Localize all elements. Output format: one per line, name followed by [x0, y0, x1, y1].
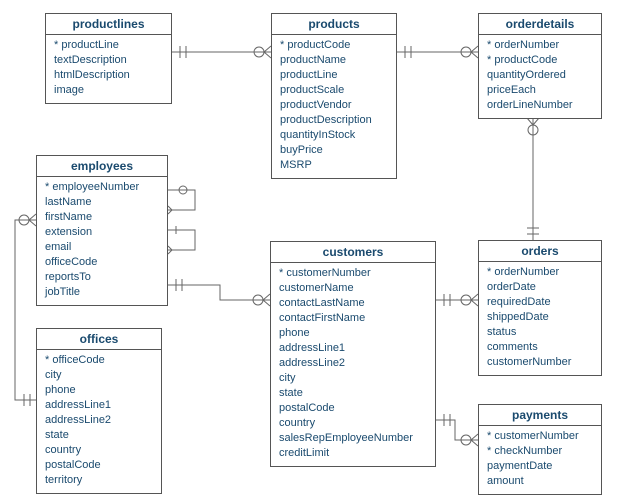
field-textDescription: textDescription — [54, 53, 163, 68]
er-diagram-canvas: productlines productLinetextDescriptionh… — [0, 0, 626, 500]
field-extension: extension — [45, 225, 159, 240]
field-productDescription: productDescription — [280, 113, 388, 128]
entity-fields: productCodeproductNameproductLineproduct… — [272, 35, 396, 178]
field-orderDate: orderDate — [487, 280, 593, 295]
entity-employees: employees employeeNumberlastNamefirstNam… — [36, 155, 168, 306]
field-addressLine1: addressLine1 — [279, 341, 427, 356]
entity-title: offices — [37, 329, 161, 350]
field-postalCode: postalCode — [279, 401, 427, 416]
entity-title: products — [272, 14, 396, 35]
field-productCode: productCode — [280, 38, 388, 53]
field-productLine: productLine — [280, 68, 388, 83]
field-htmlDescription: htmlDescription — [54, 68, 163, 83]
field-priceEach: priceEach — [487, 83, 593, 98]
field-country: country — [279, 416, 427, 431]
field-firstName: firstName — [45, 210, 159, 225]
entity-title: payments — [479, 405, 601, 426]
field-image: image — [54, 83, 163, 98]
entity-products: products productCodeproductNameproductLi… — [271, 13, 397, 179]
field-amount: amount — [487, 474, 593, 489]
field-productLine: productLine — [54, 38, 163, 53]
field-checkNumber: checkNumber — [487, 444, 593, 459]
entity-title: orderdetails — [479, 14, 601, 35]
entity-orders: orders orderNumberorderDaterequiredDates… — [478, 240, 602, 376]
field-customerName: customerName — [279, 281, 427, 296]
field-lastName: lastName — [45, 195, 159, 210]
field-postalCode: postalCode — [45, 458, 153, 473]
field-orderNumber: orderNumber — [487, 265, 593, 280]
entity-payments: payments customerNumbercheckNumberpaymen… — [478, 404, 602, 495]
field-officeCode: officeCode — [45, 353, 153, 368]
field-addressLine2: addressLine2 — [279, 356, 427, 371]
entity-title: customers — [271, 242, 435, 263]
field-territory: territory — [45, 473, 153, 488]
field-city: city — [279, 371, 427, 386]
entity-fields: orderNumberproductCodequantityOrderedpri… — [479, 35, 601, 118]
entity-fields: customerNumbercustomerNamecontactLastNam… — [271, 263, 435, 466]
field-jobTitle: jobTitle — [45, 285, 159, 300]
field-addressLine2: addressLine2 — [45, 413, 153, 428]
field-customerNumber: customerNumber — [487, 355, 593, 370]
field-productCode: productCode — [487, 53, 593, 68]
field-customerNumber: customerNumber — [487, 429, 593, 444]
field-phone: phone — [279, 326, 427, 341]
entity-title: employees — [37, 156, 167, 177]
field-customerNumber: customerNumber — [279, 266, 427, 281]
entity-fields: employeeNumberlastNamefirstNameextension… — [37, 177, 167, 305]
entity-productlines: productlines productLinetextDescriptionh… — [45, 13, 172, 104]
field-quantityInStock: quantityInStock — [280, 128, 388, 143]
field-productName: productName — [280, 53, 388, 68]
field-phone: phone — [45, 383, 153, 398]
field-buyPrice: buyPrice — [280, 143, 388, 158]
field-quantityOrdered: quantityOrdered — [487, 68, 593, 83]
entity-title: orders — [479, 241, 601, 262]
field-contactLastName: contactLastName — [279, 296, 427, 311]
entity-orderdetails: orderdetails orderNumberproductCodequant… — [478, 13, 602, 119]
field-country: country — [45, 443, 153, 458]
field-productScale: productScale — [280, 83, 388, 98]
entity-fields: officeCodecityphoneaddressLine1addressLi… — [37, 350, 161, 493]
entity-customers: customers customerNumbercustomerNamecont… — [270, 241, 436, 467]
field-addressLine1: addressLine1 — [45, 398, 153, 413]
field-contactFirstName: contactFirstName — [279, 311, 427, 326]
entity-title: productlines — [46, 14, 171, 35]
field-orderNumber: orderNumber — [487, 38, 593, 53]
field-orderLineNumber: orderLineNumber — [487, 98, 593, 113]
entity-fields: customerNumbercheckNumberpaymentDateamou… — [479, 426, 601, 494]
field-salesRepEmployeeNumber: salesRepEmployeeNumber — [279, 431, 427, 446]
field-creditLimit: creditLimit — [279, 446, 427, 461]
field-city: city — [45, 368, 153, 383]
field-comments: comments — [487, 340, 593, 355]
field-email: email — [45, 240, 159, 255]
field-shippedDate: shippedDate — [487, 310, 593, 325]
field-state: state — [279, 386, 427, 401]
field-officeCode: officeCode — [45, 255, 159, 270]
entity-fields: orderNumberorderDaterequiredDateshippedD… — [479, 262, 601, 375]
field-state: state — [45, 428, 153, 443]
field-status: status — [487, 325, 593, 340]
entity-fields: productLinetextDescriptionhtmlDescriptio… — [46, 35, 171, 103]
field-requiredDate: requiredDate — [487, 295, 593, 310]
field-MSRP: MSRP — [280, 158, 388, 173]
field-reportsTo: reportsTo — [45, 270, 159, 285]
field-employeeNumber: employeeNumber — [45, 180, 159, 195]
field-paymentDate: paymentDate — [487, 459, 593, 474]
entity-offices: offices officeCodecityphoneaddressLine1a… — [36, 328, 162, 494]
field-productVendor: productVendor — [280, 98, 388, 113]
